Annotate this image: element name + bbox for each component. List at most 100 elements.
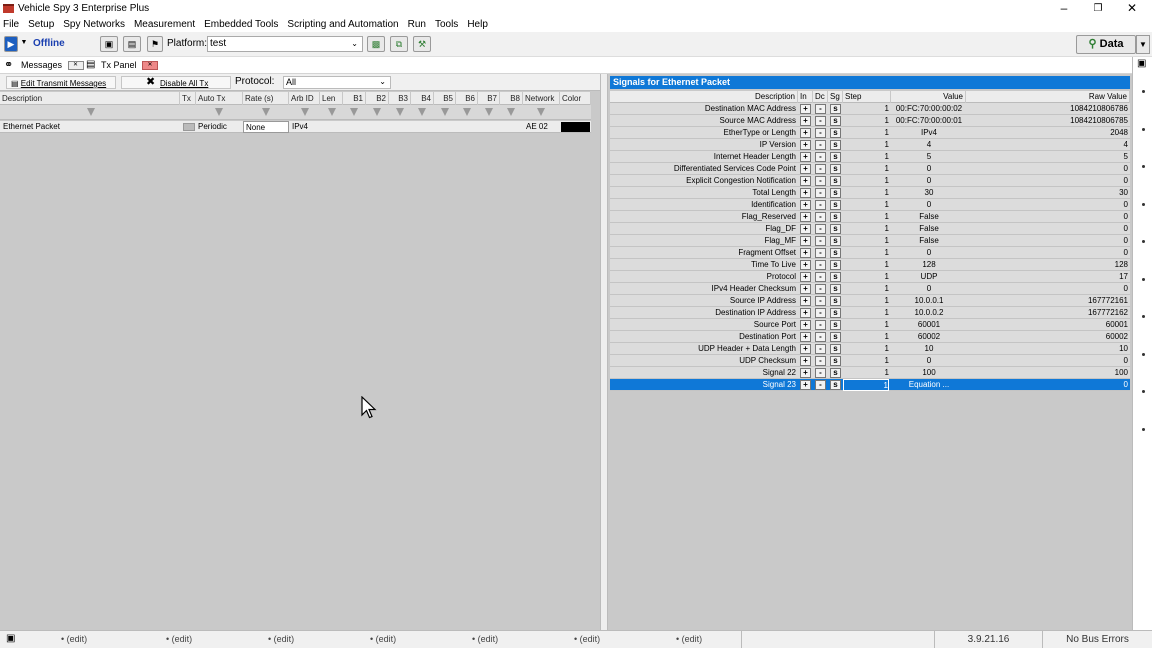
signal-step[interactable]: 1	[843, 259, 889, 271]
signal-raw-value[interactable]: 0	[966, 379, 1128, 391]
signal-row[interactable]: Flag_Reserved + - s 1 False 0	[610, 211, 1130, 223]
signal-row[interactable]: EtherType or Length + - s 1 IPv4 2048	[610, 127, 1130, 139]
signal-raw-value[interactable]: 60002	[966, 331, 1128, 343]
strip-dot-icon[interactable]	[1142, 427, 1145, 431]
signal-value[interactable]: False	[892, 211, 966, 223]
signal-gen-button[interactable]: s	[830, 260, 841, 270]
menu-file[interactable]: File	[3, 19, 19, 30]
close-icon[interactable]: ✕	[1115, 1, 1149, 16]
signal-gen-button[interactable]: s	[830, 308, 841, 318]
signal-gen-button[interactable]: s	[830, 152, 841, 162]
signal-value[interactable]: 00:FC:70:00:00:02	[892, 103, 966, 115]
filter-icon[interactable]	[396, 108, 404, 116]
menu-measurement[interactable]: Measurement	[134, 19, 195, 30]
signal-row[interactable]: Signal 22 + - s 1 100 100	[610, 367, 1130, 379]
signal-value[interactable]: 128	[892, 259, 966, 271]
signal-row[interactable]: Protocol + - s 1 UDP 17	[610, 271, 1130, 283]
col-b5[interactable]: B5	[434, 92, 456, 105]
signal-raw-value[interactable]: 100	[966, 367, 1128, 379]
status-edit-1[interactable]: • (edit)	[61, 634, 87, 644]
menu-setup[interactable]: Setup	[28, 19, 54, 30]
signal-step[interactable]: 1	[843, 295, 889, 307]
signal-raw-value[interactable]: 0	[966, 283, 1128, 295]
minimize-icon[interactable]: –	[1047, 1, 1081, 16]
col-value[interactable]: Value	[891, 91, 966, 103]
col-auto-tx[interactable]: Auto Tx	[196, 92, 243, 105]
hardware-icon[interactable]: ▣	[100, 36, 118, 52]
signal-raw-value[interactable]: 167772161	[966, 295, 1128, 307]
signal-raw-value[interactable]: 0	[966, 175, 1128, 187]
increment-button[interactable]: +	[800, 212, 811, 222]
status-edit-7[interactable]: • (edit)	[676, 634, 702, 644]
decrement-button[interactable]: -	[815, 332, 826, 342]
signal-row[interactable]: Signal 23 + - s 1 Equation ... 0	[610, 379, 1130, 391]
filter-icon[interactable]	[507, 108, 515, 116]
decrement-button[interactable]: -	[815, 236, 826, 246]
signal-row[interactable]: Destination IP Address + - s 1 10.0.0.2 167772…	[610, 307, 1130, 319]
signal-value[interactable]: 0	[892, 199, 966, 211]
signal-gen-button[interactable]: s	[830, 212, 841, 222]
signal-step[interactable]: 1	[843, 211, 889, 223]
signal-gen-button[interactable]: s	[830, 164, 841, 174]
signal-row[interactable]: Differentiated Services Code Point + - s 1 0 0	[610, 163, 1130, 175]
increment-button[interactable]: +	[800, 236, 811, 246]
menu-tools[interactable]: Tools	[435, 19, 458, 30]
increment-button[interactable]: +	[800, 164, 811, 174]
strip-dot-icon[interactable]	[1142, 165, 1145, 168]
decrement-button[interactable]: -	[815, 152, 826, 162]
play-icon[interactable]: ▶	[4, 36, 18, 52]
col-b8[interactable]: B8	[500, 92, 523, 105]
signal-step[interactable]: 1	[843, 151, 889, 163]
signal-row[interactable]: Explicit Congestion Notification + - s 1 0 0	[610, 175, 1130, 187]
signal-raw-value[interactable]: 128	[966, 259, 1128, 271]
increment-button[interactable]: +	[800, 308, 811, 318]
signal-raw-value[interactable]: 0	[966, 235, 1128, 247]
signal-gen-button[interactable]: s	[830, 104, 841, 114]
signal-raw-value[interactable]: 1084210806786	[966, 103, 1128, 115]
increment-button[interactable]: +	[800, 296, 811, 306]
signal-gen-button[interactable]: s	[830, 356, 841, 366]
signal-raw-value[interactable]: 0	[966, 211, 1128, 223]
increment-button[interactable]: +	[800, 200, 811, 210]
col-arb-id[interactable]: Arb ID	[289, 92, 320, 105]
signal-value[interactable]: 0	[892, 175, 966, 187]
menu-spy-networks[interactable]: Spy Networks	[63, 19, 125, 30]
filter-icon[interactable]	[418, 108, 426, 116]
signal-raw-value[interactable]: 10	[966, 343, 1128, 355]
signal-gen-button[interactable]: s	[830, 380, 841, 390]
signal-row[interactable]: Destination Port + - s 1 60002 60002	[610, 331, 1130, 343]
strip-dot-icon[interactable]	[1142, 127, 1145, 131]
restore-icon[interactable]: ❐	[1081, 1, 1115, 16]
row-rate[interactable]: None	[243, 121, 289, 133]
signal-raw-value[interactable]: 30	[966, 187, 1128, 199]
tab-messages[interactable]: Messages ✕	[21, 58, 84, 72]
signal-step[interactable]: 1	[843, 355, 889, 367]
decrement-button[interactable]: -	[815, 116, 826, 126]
col-b3[interactable]: B3	[389, 92, 411, 105]
signal-step[interactable]: 1	[843, 367, 889, 379]
signal-raw-value[interactable]: 17	[966, 271, 1128, 283]
signal-raw-value[interactable]: 0	[966, 247, 1128, 259]
signal-row[interactable]: Fragment Offset + - s 1 0 0	[610, 247, 1130, 259]
signal-step[interactable]: 1	[843, 163, 889, 175]
strip-dot-icon[interactable]	[1142, 352, 1145, 356]
signal-gen-button[interactable]: s	[830, 236, 841, 246]
close-icon[interactable]: ✕	[142, 61, 159, 71]
signal-step[interactable]: 1	[843, 139, 889, 151]
tx-checkbox[interactable]	[183, 123, 195, 131]
row-color-swatch[interactable]	[561, 122, 590, 132]
signal-row[interactable]: Internet Header Length + - s 1 5 5	[610, 151, 1130, 163]
increment-button[interactable]: +	[800, 104, 811, 114]
signal-gen-button[interactable]: s	[830, 224, 841, 234]
col-b7[interactable]: B7	[478, 92, 500, 105]
signal-row[interactable]: Total Length + - s 1 30 30	[610, 187, 1130, 199]
signal-row[interactable]: Source Port + - s 1 60001 60001	[610, 319, 1130, 331]
signal-step[interactable]: 1	[843, 175, 889, 187]
signal-row[interactable]: Flag_MF + - s 1 False 0	[610, 235, 1130, 247]
decrement-button[interactable]: -	[815, 224, 826, 234]
filter-icon[interactable]	[87, 108, 95, 116]
protocol-select[interactable]: All ⌄	[283, 76, 391, 89]
decrement-button[interactable]: -	[815, 164, 826, 174]
status-camera-icon[interactable]: ▣	[6, 633, 15, 644]
signal-step[interactable]: 1	[843, 319, 889, 331]
